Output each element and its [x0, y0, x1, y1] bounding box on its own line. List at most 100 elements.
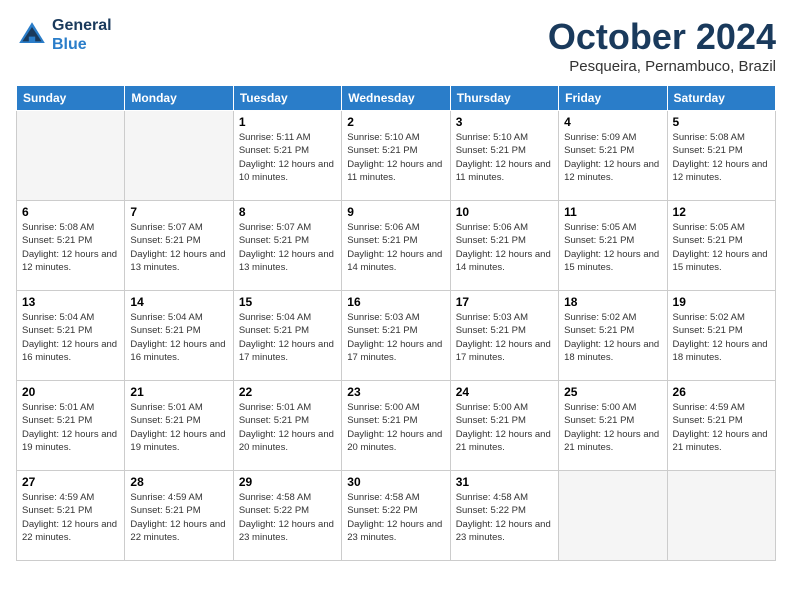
weekday-header: Monday [125, 86, 233, 111]
day-number: 16 [347, 295, 444, 309]
location-subtitle: Pesqueira, Pernambuco, Brazil [548, 58, 776, 75]
cell-info: Sunrise: 5:06 AMSunset: 5:21 PMDaylight:… [347, 221, 444, 274]
day-number: 1 [239, 115, 336, 129]
cell-info: Sunrise: 4:59 AMSunset: 5:21 PMDaylight:… [130, 491, 227, 544]
calendar-cell: 30Sunrise: 4:58 AMSunset: 5:22 PMDayligh… [342, 471, 450, 561]
cell-info: Sunrise: 5:02 AMSunset: 5:21 PMDaylight:… [564, 311, 661, 364]
day-number: 13 [22, 295, 119, 309]
calendar-cell: 22 Sunrise: 5:01 AMSunset: 5:21 PMDayligh… [233, 381, 341, 471]
calendar-cell [17, 111, 125, 201]
calendar-cell: 8 Sunrise: 5:07 AMSunset: 5:21 PMDaylight… [233, 201, 341, 291]
day-number: 4 [564, 115, 661, 129]
calendar-cell: 21Sunrise: 5:01 AMSunset: 5:21 PMDayligh… [125, 381, 233, 471]
logo-text: General Blue [52, 16, 112, 54]
day-number: 15 [239, 295, 336, 309]
day-number: 5 [673, 115, 770, 129]
calendar-cell: 17 Sunrise: 5:03 AMSunset: 5:21 PMDayligh… [450, 291, 558, 381]
day-number: 2 [347, 115, 444, 129]
calendar-cell: 9 Sunrise: 5:06 AMSunset: 5:21 PMDaylight… [342, 201, 450, 291]
calendar-cell [125, 111, 233, 201]
weekday-header: Wednesday [342, 86, 450, 111]
weekday-header: Thursday [450, 86, 558, 111]
calendar-cell: 27Sunrise: 4:59 AMSunset: 5:21 PMDayligh… [17, 471, 125, 561]
cell-info: Sunrise: 5:11 AMSunset: 5:21 PMDaylight:… [239, 131, 336, 184]
day-number: 28 [130, 475, 227, 489]
cell-info: Sunrise: 5:05 AMSunset: 5:21 PMDaylight:… [673, 221, 770, 274]
calendar-cell [559, 471, 667, 561]
cell-info: Sunrise: 5:04 AMSunset: 5:21 PMDaylight:… [130, 311, 227, 364]
cell-info: Sunrise: 5:08 AMSunset: 5:21 PMDaylight:… [22, 221, 119, 274]
cell-info: Sunrise: 5:04 AMSunset: 5:21 PMDaylight:… [239, 311, 336, 364]
day-number: 14 [130, 295, 227, 309]
calendar-cell: 13Sunrise: 5:04 AMSunset: 5:21 PMDayligh… [17, 291, 125, 381]
calendar-cell: 3Sunrise: 5:10 AMSunset: 5:21 PMDaylight… [450, 111, 558, 201]
cell-info: Sunrise: 5:10 AMSunset: 5:21 PMDaylight:… [347, 131, 444, 184]
cell-info: Sunrise: 5:00 AMSunset: 5:21 PMDaylight:… [456, 401, 553, 454]
calendar-cell: 25 Sunrise: 5:00 AMSunset: 5:21 PMDayligh… [559, 381, 667, 471]
calendar-week-row: 13 Sunrise: 5:04 AMSunset: 5:21 PMDayligh… [17, 291, 776, 381]
calendar-cell: 24Sunrise: 5:00 AMSunset: 5:21 PMDayligh… [450, 381, 558, 471]
cell-info: Sunrise: 5:01 AMSunset: 5:21 PMDaylight:… [22, 401, 119, 454]
weekday-header: Friday [559, 86, 667, 111]
day-number: 11 [564, 205, 661, 219]
calendar-cell: 2 Sunrise: 5:10 AMSunset: 5:21 PMDaylight… [342, 111, 450, 201]
calendar-cell: 7 Sunrise: 5:07 AMSunset: 5:21 PMDaylight… [125, 201, 233, 291]
calendar-cell: 31 Sunrise: 4:58 AMSunset: 5:22 PMDayligh… [450, 471, 558, 561]
calendar-cell: 5 Sunrise: 5:08 AMSunset: 5:21 PMDaylight… [667, 111, 775, 201]
cell-info: Sunrise: 5:01 AMSunset: 5:21 PMDaylight:… [130, 401, 227, 454]
cell-info: Sunrise: 4:59 AMSunset: 5:21 PMDaylight:… [673, 401, 770, 454]
calendar-cell: 19Sunrise: 5:02 AMSunset: 5:21 PMDayligh… [667, 291, 775, 381]
calendar-cell: 29Sunrise: 4:58 AMSunset: 5:22 PMDayligh… [233, 471, 341, 561]
calendar-cell: 26Sunrise: 4:59 AMSunset: 5:21 PMDayligh… [667, 381, 775, 471]
cell-info: Sunrise: 5:06 AMSunset: 5:21 PMDaylight:… [456, 221, 553, 274]
cell-info: Sunrise: 5:01 AMSunset: 5:21 PMDaylight:… [239, 401, 336, 454]
calendar-week-row: 20 Sunrise: 5:01 AMSunset: 5:21 PMDayligh… [17, 381, 776, 471]
day-number: 19 [673, 295, 770, 309]
logo-icon [16, 19, 48, 51]
cell-info: Sunrise: 5:07 AMSunset: 5:21 PMDaylight:… [130, 221, 227, 274]
logo: General Blue [16, 16, 112, 54]
calendar-cell: 23Sunrise: 5:00 AMSunset: 5:21 PMDayligh… [342, 381, 450, 471]
month-title: October 2024 [548, 16, 776, 58]
day-number: 17 [456, 295, 553, 309]
calendar-cell [667, 471, 775, 561]
day-number: 22 [239, 385, 336, 399]
calendar-cell: 28 Sunrise: 4:59 AMSunset: 5:21 PMDayligh… [125, 471, 233, 561]
day-number: 6 [22, 205, 119, 219]
weekday-header: Tuesday [233, 86, 341, 111]
calendar-week-row: 27Sunrise: 4:59 AMSunset: 5:21 PMDayligh… [17, 471, 776, 561]
day-number: 7 [130, 205, 227, 219]
day-number: 25 [564, 385, 661, 399]
day-number: 3 [456, 115, 553, 129]
calendar-week-row: 1 Sunrise: 5:11 AMSunset: 5:21 PMDaylight… [17, 111, 776, 201]
calendar-cell: 15 Sunrise: 5:04 AMSunset: 5:21 PMDayligh… [233, 291, 341, 381]
cell-info: Sunrise: 5:00 AMSunset: 5:21 PMDaylight:… [564, 401, 661, 454]
day-number: 10 [456, 205, 553, 219]
day-number: 20 [22, 385, 119, 399]
weekday-header: Saturday [667, 86, 775, 111]
calendar-cell: 4 Sunrise: 5:09 AMSunset: 5:21 PMDaylight… [559, 111, 667, 201]
day-number: 9 [347, 205, 444, 219]
calendar-cell: 11 Sunrise: 5:05 AMSunset: 5:21 PMDayligh… [559, 201, 667, 291]
weekday-header-row: SundayMondayTuesdayWednesdayThursdayFrid… [17, 86, 776, 111]
calendar-cell: 1 Sunrise: 5:11 AMSunset: 5:21 PMDaylight… [233, 111, 341, 201]
calendar-week-row: 6 Sunrise: 5:08 AMSunset: 5:21 PMDaylight… [17, 201, 776, 291]
cell-info: Sunrise: 5:05 AMSunset: 5:21 PMDaylight:… [564, 221, 661, 274]
calendar-cell: 16Sunrise: 5:03 AMSunset: 5:21 PMDayligh… [342, 291, 450, 381]
cell-info: Sunrise: 5:03 AMSunset: 5:21 PMDaylight:… [456, 311, 553, 364]
calendar-cell: 20 Sunrise: 5:01 AMSunset: 5:21 PMDayligh… [17, 381, 125, 471]
cell-info: Sunrise: 5:07 AMSunset: 5:21 PMDaylight:… [239, 221, 336, 274]
weekday-header: Sunday [17, 86, 125, 111]
title-block: October 2024 Pesqueira, Pernambuco, Braz… [548, 16, 776, 75]
cell-info: Sunrise: 4:58 AMSunset: 5:22 PMDaylight:… [456, 491, 553, 544]
day-number: 30 [347, 475, 444, 489]
cell-info: Sunrise: 5:08 AMSunset: 5:21 PMDaylight:… [673, 131, 770, 184]
calendar-cell: 12Sunrise: 5:05 AMSunset: 5:21 PMDayligh… [667, 201, 775, 291]
cell-info: Sunrise: 4:59 AMSunset: 5:21 PMDaylight:… [22, 491, 119, 544]
day-number: 8 [239, 205, 336, 219]
day-number: 31 [456, 475, 553, 489]
cell-info: Sunrise: 5:09 AMSunset: 5:21 PMDaylight:… [564, 131, 661, 184]
day-number: 23 [347, 385, 444, 399]
calendar-cell: 10 Sunrise: 5:06 AMSunset: 5:21 PMDayligh… [450, 201, 558, 291]
calendar-cell: 18Sunrise: 5:02 AMSunset: 5:21 PMDayligh… [559, 291, 667, 381]
